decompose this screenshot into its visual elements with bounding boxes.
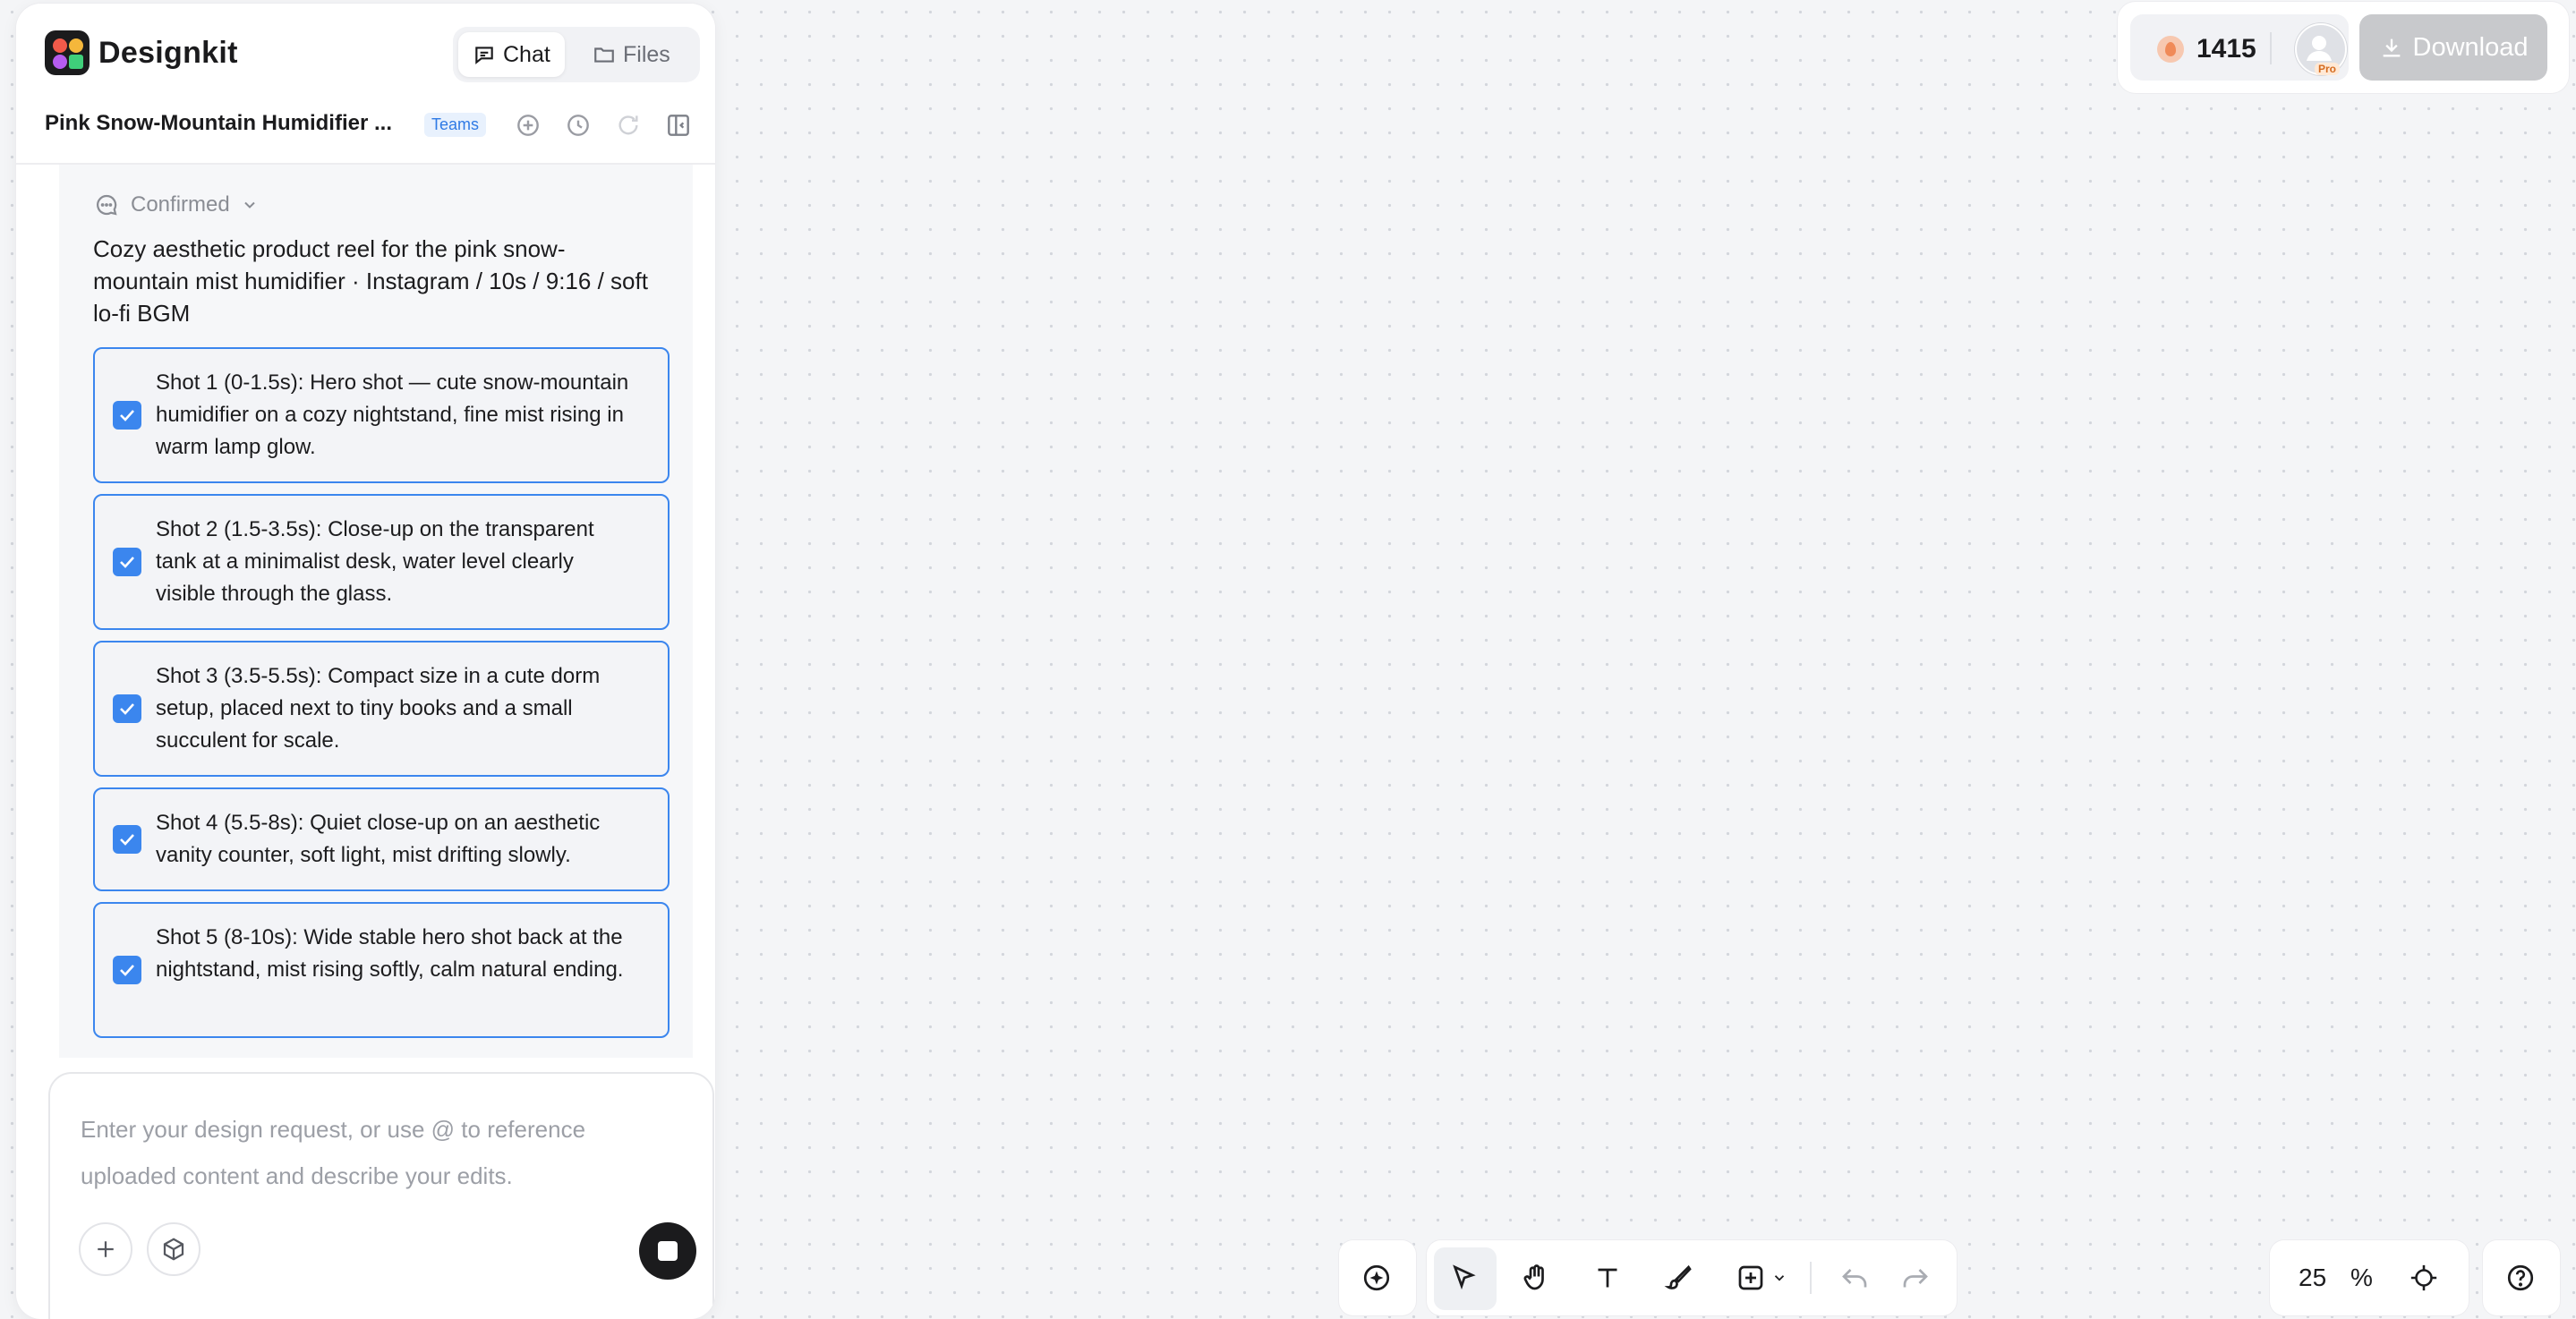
refresh-icon[interactable] bbox=[614, 111, 643, 140]
redo-icon[interactable] bbox=[1898, 1260, 1933, 1296]
ai-sparkle-icon[interactable] bbox=[1359, 1260, 1395, 1296]
check-icon bbox=[120, 834, 134, 846]
tab-files-label: Files bbox=[623, 41, 670, 67]
cube-icon bbox=[163, 1238, 184, 1261]
add-circle-icon[interactable] bbox=[514, 111, 542, 140]
help-control bbox=[2483, 1240, 2560, 1315]
app-name: Designkit bbox=[98, 36, 238, 70]
tab-files[interactable]: Files bbox=[578, 32, 685, 77]
top-right-bar: 1415 Pro Download bbox=[2118, 2, 2569, 93]
project-title[interactable]: Pink Snow-Mountain Humidifier ... bbox=[45, 111, 392, 136]
shot-text: Shot 3 (3.5-5.5s): Compact size in a cut… bbox=[156, 664, 601, 753]
ai-tool-group bbox=[1339, 1240, 1416, 1315]
zoom-value[interactable]: 25 bbox=[2299, 1264, 2326, 1292]
shot-item[interactable]: Shot 1 (0-1.5s): Hero shot — cute snow-m… bbox=[93, 347, 670, 483]
shot-item[interactable]: Shot 4 (5.5-8s): Quiet close-up on an ae… bbox=[93, 787, 670, 891]
prompt-input-box[interactable]: Enter your design request, or use @ to r… bbox=[48, 1072, 714, 1319]
chat-icon bbox=[475, 47, 493, 64]
zoom-unit: % bbox=[2350, 1264, 2373, 1291]
shot-item[interactable]: Shot 5 (8-10s): Wide stable hero shot ba… bbox=[93, 902, 670, 1038]
fit-to-screen-icon[interactable] bbox=[2406, 1260, 2442, 1296]
select-cursor-icon[interactable] bbox=[1446, 1260, 1482, 1296]
shot-text: Shot 5 (8-10s): Wide stable hero shot ba… bbox=[156, 925, 624, 982]
hand-icon[interactable] bbox=[1518, 1260, 1554, 1296]
check-icon bbox=[120, 557, 134, 568]
add-frame-icon[interactable] bbox=[1733, 1260, 1769, 1296]
confirmed-status[interactable]: Confirmed bbox=[93, 191, 259, 218]
divider bbox=[1810, 1262, 1812, 1294]
stop-icon bbox=[658, 1241, 678, 1261]
checkbox-checked[interactable] bbox=[113, 825, 141, 854]
brush-icon[interactable] bbox=[1661, 1260, 1697, 1296]
chat-message-card: Confirmed Cozy aesthetic product reel fo… bbox=[59, 163, 693, 1058]
chat-bubble-icon bbox=[97, 194, 117, 216]
text-icon[interactable] bbox=[1590, 1260, 1625, 1296]
chat-panel: Designkit Chat Files Pink Snow-Mountain … bbox=[16, 4, 715, 1319]
checkbox-checked[interactable] bbox=[113, 548, 141, 576]
download-button[interactable]: Download bbox=[2359, 14, 2547, 81]
pro-badge: Pro bbox=[2315, 63, 2341, 75]
check-icon bbox=[120, 410, 134, 421]
prompt-input[interactable]: Enter your design request, or use @ to r… bbox=[81, 1106, 653, 1199]
download-label: Download bbox=[2412, 32, 2529, 62]
chevron-down-icon[interactable] bbox=[1769, 1260, 1790, 1296]
zoom-control: 25 % bbox=[2270, 1240, 2469, 1315]
shot-text: Shot 1 (0-1.5s): Hero shot — cute snow-m… bbox=[156, 370, 629, 459]
folder-icon bbox=[594, 47, 614, 63]
undo-icon[interactable] bbox=[1837, 1260, 1872, 1296]
history-icon[interactable] bbox=[564, 111, 593, 140]
help-icon[interactable] bbox=[2503, 1260, 2538, 1296]
credits-count: 1415 bbox=[2196, 34, 2256, 64]
shot-item[interactable]: Shot 2 (1.5-3.5s): Close-up on the trans… bbox=[93, 494, 670, 630]
tab-chat[interactable]: Chat bbox=[458, 32, 565, 77]
brief-summary: Cozy aesthetic product reel for the pink… bbox=[93, 235, 648, 327]
designkit-logo bbox=[45, 30, 90, 75]
stop-generation-button[interactable] bbox=[639, 1222, 696, 1280]
tab-chat-label: Chat bbox=[503, 41, 550, 67]
checkbox-checked[interactable] bbox=[113, 694, 141, 723]
download-icon bbox=[2383, 38, 2400, 57]
check-icon bbox=[120, 703, 134, 715]
teams-badge: Teams bbox=[424, 113, 487, 137]
credits-account[interactable]: 1415 Pro bbox=[2130, 14, 2349, 81]
drawing-toolbar bbox=[1427, 1240, 1957, 1315]
credits-flame-icon bbox=[2157, 36, 2184, 63]
collapse-panel-icon[interactable] bbox=[664, 111, 693, 140]
confirmed-label: Confirmed bbox=[131, 192, 230, 217]
check-icon bbox=[120, 965, 134, 976]
shot-item[interactable]: Shot 3 (3.5-5.5s): Compact size in a cut… bbox=[93, 641, 670, 777]
divider bbox=[2270, 32, 2272, 64]
shot-text: Shot 2 (1.5-3.5s): Close-up on the trans… bbox=[156, 517, 594, 606]
plus-icon bbox=[98, 1241, 114, 1257]
chevron-down-icon bbox=[244, 201, 255, 208]
assets-button[interactable] bbox=[147, 1222, 200, 1276]
checkbox-checked[interactable] bbox=[113, 401, 141, 430]
add-attachment-button[interactable] bbox=[79, 1222, 132, 1276]
shot-text: Shot 4 (5.5-8s): Quiet close-up on an ae… bbox=[156, 811, 601, 867]
panel-tab-switch: Chat Files bbox=[453, 27, 700, 82]
panel-header: Designkit Chat Files Pink Snow-Mountain … bbox=[16, 4, 715, 165]
checkbox-checked[interactable] bbox=[113, 956, 141, 984]
